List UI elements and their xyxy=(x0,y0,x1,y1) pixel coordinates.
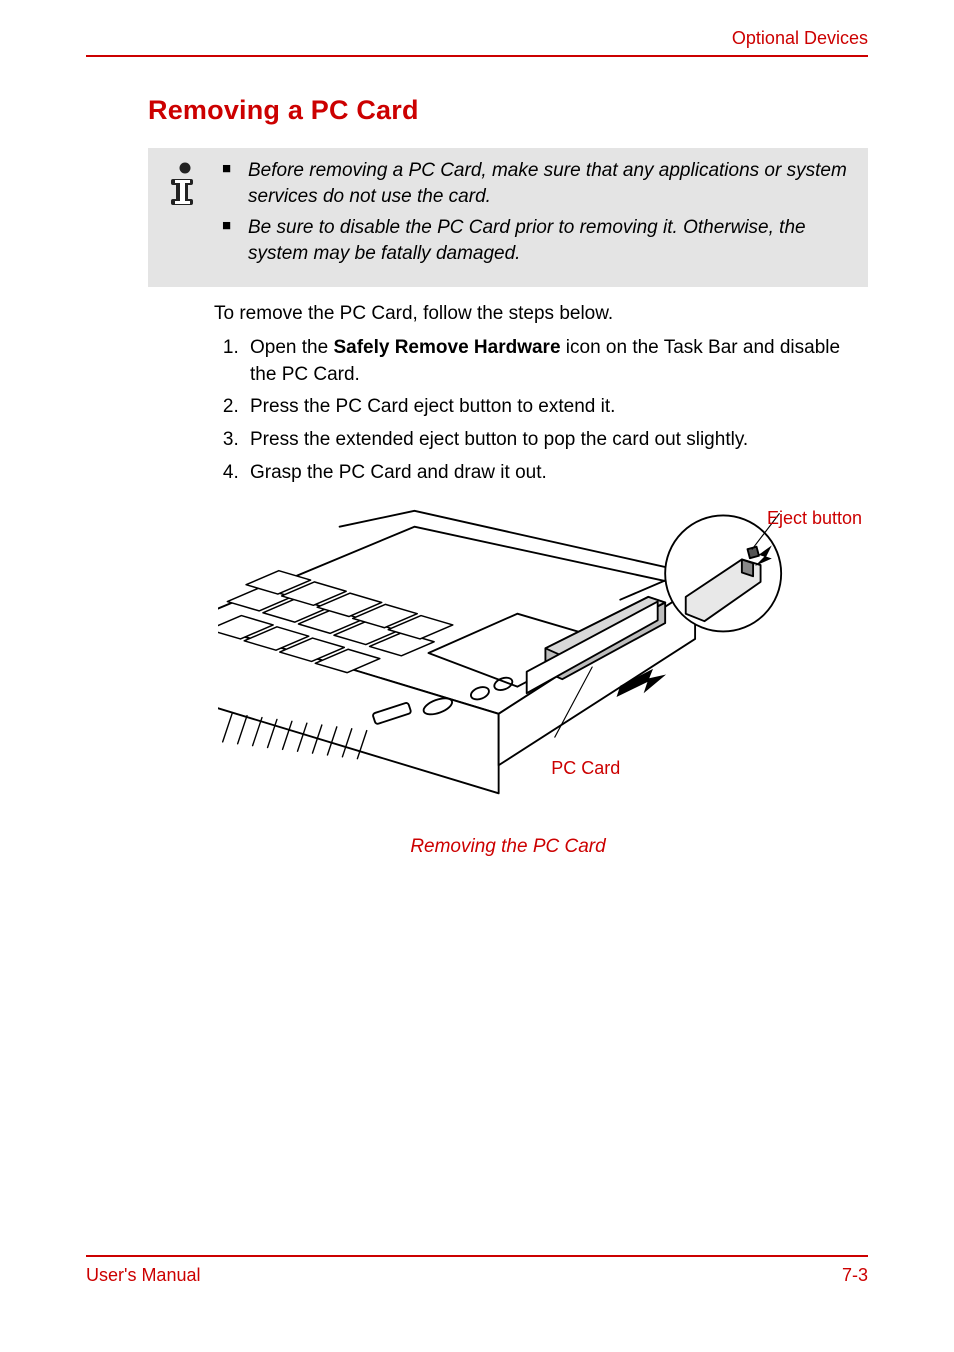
step-item: Grasp the PC Card and draw it out. xyxy=(244,460,868,487)
page-footer: User's Manual 7-3 xyxy=(86,1255,868,1286)
page: Optional Devices Removing a PC Card Befo… xyxy=(0,0,954,1352)
figure-illustration xyxy=(218,508,798,826)
info-callout: Before removing a PC Card, make sure tha… xyxy=(148,148,868,287)
info-item: Be sure to disable the PC Card prior to … xyxy=(222,215,854,266)
figure-container: Eject button xyxy=(148,508,868,858)
steps-list: Open the Safely Remove Hardware icon on … xyxy=(214,335,868,486)
footer-rule xyxy=(86,1255,868,1257)
content-area: Removing a PC Card Before removing a PC … xyxy=(148,95,868,858)
footer-manual-label: User's Manual xyxy=(86,1265,200,1286)
header-section-label: Optional Devices xyxy=(86,28,868,55)
step-item: Press the extended eject button to pop t… xyxy=(244,427,868,454)
step-item: Open the Safely Remove Hardware icon on … xyxy=(244,335,868,388)
body-text: To remove the PC Card, follow the steps … xyxy=(214,301,868,487)
figure-label-pccard: PC Card xyxy=(551,758,620,779)
info-item: Before removing a PC Card, make sure tha… xyxy=(222,158,854,209)
section-title: Removing a PC Card xyxy=(148,95,868,126)
figure-label-eject: Eject button xyxy=(767,508,862,529)
info-list: Before removing a PC Card, make sure tha… xyxy=(222,158,854,273)
footer-row: User's Manual 7-3 xyxy=(86,1265,868,1286)
info-icon xyxy=(166,162,204,206)
step-text: Open the xyxy=(250,337,333,358)
header-rule xyxy=(86,55,868,57)
intro-text: To remove the PC Card, follow the steps … xyxy=(214,301,868,328)
figure-caption: Removing the PC Card xyxy=(148,836,868,858)
step-bold: Safely Remove Hardware xyxy=(333,337,560,358)
footer-page-number: 7-3 xyxy=(842,1265,868,1286)
step-item: Press the PC Card eject button to extend… xyxy=(244,394,868,421)
info-icon-column xyxy=(148,158,222,206)
